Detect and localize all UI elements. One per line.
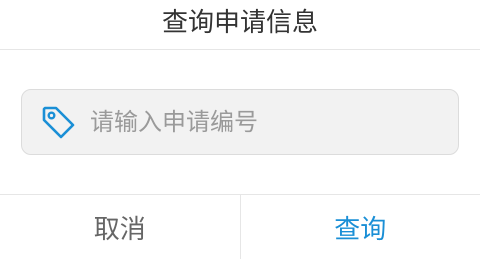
query-application-dialog: 查询申请信息 取消 查询	[0, 0, 480, 259]
query-button[interactable]: 查询	[241, 195, 480, 259]
dialog-button-bar: 取消 查询	[0, 194, 480, 259]
application-number-search-box[interactable]	[21, 89, 459, 155]
dialog-title: 查询申请信息	[0, 0, 480, 50]
tag-icon	[40, 104, 76, 140]
application-number-input[interactable]	[90, 90, 440, 154]
cancel-button[interactable]: 取消	[0, 195, 241, 259]
